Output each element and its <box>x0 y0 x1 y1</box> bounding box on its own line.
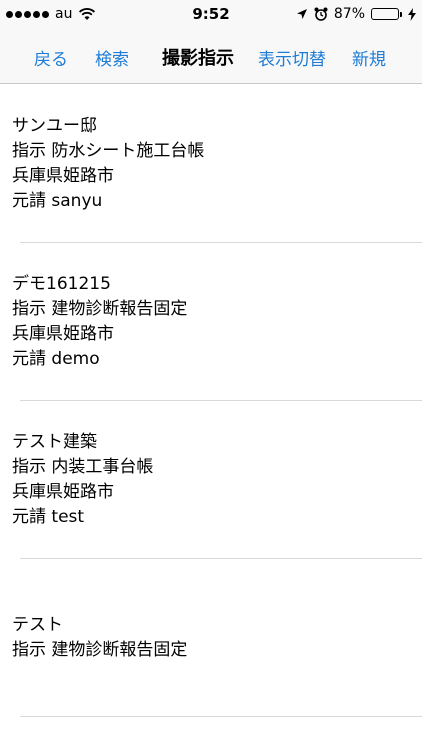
item-instruction: 指示 防水シート施工台帳 <box>12 141 205 161</box>
list-item[interactable]: デモ161215 指示 建物診断報告固定 兵庫県姫路市 元請 demo <box>0 243 422 401</box>
item-instruction: 指示 内装工事台帳 <box>12 457 154 477</box>
item-name: テスト <box>12 615 63 635</box>
toggle-display-button[interactable]: 表示切替 <box>258 45 326 70</box>
item-instruction: 指示 建物診断報告固定 <box>12 299 188 319</box>
item-contractor: 元請 test <box>12 507 85 527</box>
status-bar: au 9:52 87% <box>0 0 422 28</box>
instruction-list: サンユー邸 指示 防水シート施工台帳 兵庫県姫路市 元請 sanyu デモ161… <box>0 85 422 717</box>
location-arrow-icon <box>296 9 307 19</box>
divider <box>20 716 422 717</box>
list-item[interactable]: テスト建築 指示 内装工事台帳 兵庫県姫路市 元請 test <box>0 401 422 559</box>
item-name: テスト建築 <box>12 432 97 452</box>
item-name: サンユー邸 <box>12 116 97 136</box>
back-button[interactable]: 戻る <box>34 45 68 70</box>
status-right: 87% <box>296 6 416 22</box>
navigation-bar: 戻る 検索 撮影指示 表示切替 新規 <box>0 28 422 84</box>
battery-icon <box>371 8 402 20</box>
item-location: 兵庫県姫路市 <box>12 324 114 344</box>
item-contractor: 元請 sanyu <box>12 191 103 211</box>
item-location: 兵庫県姫路市 <box>12 482 114 502</box>
list-item[interactable]: テスト 指示 建物診断報告固定 <box>0 559 422 717</box>
new-button[interactable]: 新規 <box>352 45 386 70</box>
list-item[interactable]: サンユー邸 指示 防水シート施工台帳 兵庫県姫路市 元請 sanyu <box>0 85 422 243</box>
item-contractor: 元請 demo <box>12 349 100 369</box>
battery-percent: 87% <box>333 6 365 22</box>
item-instruction: 指示 建物診断報告固定 <box>12 640 188 660</box>
page-title: 撮影指示 <box>162 48 234 69</box>
item-location: 兵庫県姫路市 <box>12 166 114 186</box>
charging-bolt-icon <box>408 7 416 21</box>
alarm-clock-icon <box>314 7 328 21</box>
item-name: デモ161215 <box>12 274 111 294</box>
search-button[interactable]: 検索 <box>95 45 129 70</box>
